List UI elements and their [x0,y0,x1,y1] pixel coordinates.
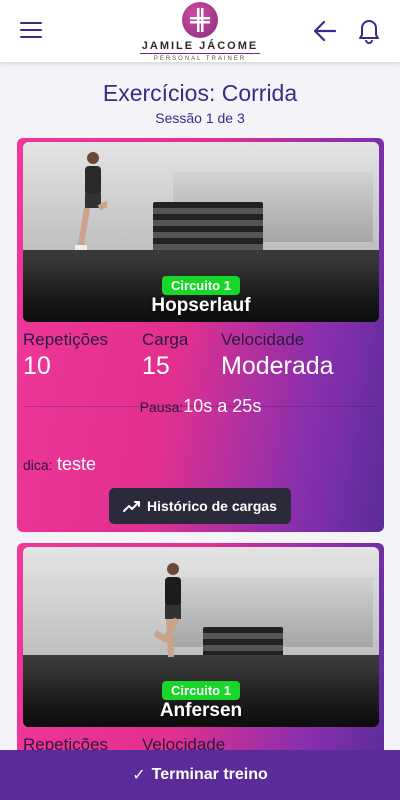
stat-value-repetitions: 10 [23,352,51,380]
back-arrow-icon[interactable] [312,18,338,44]
circuit-badge: Circuito 1 [162,276,240,295]
bell-icon[interactable] [356,16,382,44]
session-indicator: Sessão 1 de 3 [155,110,245,126]
load-history-label: Histórico de cargas [147,498,277,514]
stat-label-load: Carga [142,330,189,349]
pause-label: Pausa: [139,399,184,415]
exercise-card: Circuito 1 Hopserlauf Repetições 10 Carg… [17,138,384,532]
exercise-photo: Circuito 1 Hopserlauf [23,142,379,322]
top-bar: JAMILE JÁCOME PERSONAL TRAINER [0,0,400,62]
finish-workout-label: Terminar treino [151,766,268,783]
page-title: Exercícios: Corrida [102,80,298,106]
logo-subtitle: PERSONAL TRAINER [153,56,247,62]
circuit-badge: Circuito 1 [162,681,240,700]
stat-label-repetitions: Repetições [23,330,109,349]
stat-label-speed: Velocidade [221,330,305,349]
logo-mark [182,2,218,38]
stat-value-speed: Moderada [221,352,334,380]
menu-icon[interactable] [20,22,42,40]
tip: dica: teste [23,454,96,475]
load-history-button[interactable]: Histórico de cargas [109,488,291,524]
trending-up-icon [123,501,141,512]
logo: JAMILE JÁCOME PERSONAL TRAINER [140,0,260,62]
finish-workout-button[interactable]: ✓ Terminar treino [0,750,400,800]
exercise-name: Anfersen [159,700,243,721]
exercise-photo: Circuito 1 Anfersen [23,547,379,727]
logo-name: JAMILE JÁCOME [140,40,260,54]
check-icon: ✓ [132,767,146,784]
pause-info: Pausa:10s a 25s [17,396,384,417]
tip-label: dica: [23,457,53,473]
tip-value: teste [57,454,97,474]
stat-value-load: 15 [142,352,170,380]
exercise-name: Hopserlauf [151,295,251,316]
pause-value: 10s a 25s [183,396,262,416]
